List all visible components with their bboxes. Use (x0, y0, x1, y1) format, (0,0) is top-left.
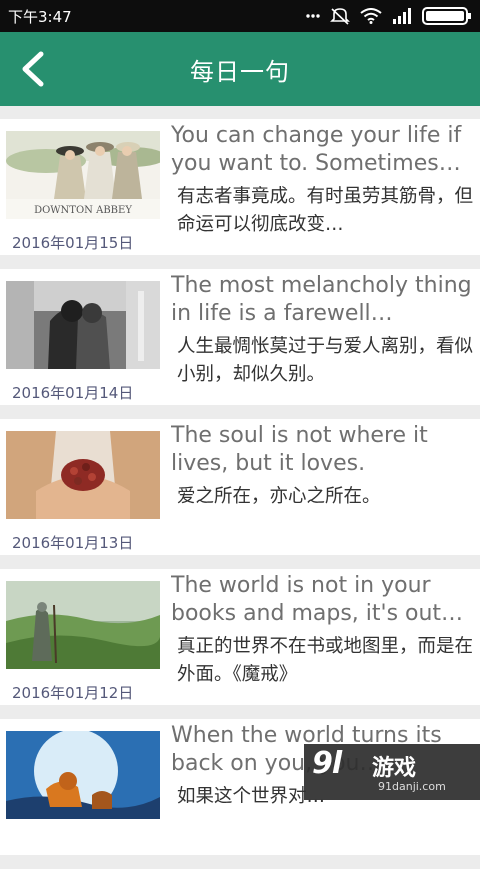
list-item[interactable]: The most melancholy thing in life is a f… (0, 269, 480, 405)
list-item[interactable]: DOWNTON ABBEY You can change your life i… (0, 119, 480, 255)
thumbnail-caption: DOWNTON ABBEY (34, 205, 132, 216)
list-item[interactable]: The world is not in your books and maps,… (0, 569, 480, 705)
item-date: 2016年01月12日 (12, 684, 134, 702)
chinese-translation: 爱之所在，亦心之所在。 (177, 486, 381, 507)
thumbnail-image (6, 431, 160, 519)
chinese-translation: 有志者事竟成。有时虽劳其筋骨，但命运可以彻底改变… (177, 186, 473, 235)
english-sentence: The most melancholy thing in life is a f… (171, 273, 472, 326)
english-sentence: The world is not in your books and maps,… (171, 573, 464, 626)
list-item[interactable]: The soul is not where it lives, but it l… (0, 419, 480, 555)
page-title: 每日一句 (190, 58, 290, 86)
app-bar: 每日一句 (0, 32, 480, 106)
more-dots-icon (306, 13, 320, 19)
thumbnail-image: DOWNTON ABBEY (6, 131, 160, 219)
chinese-translation: 真正的世界不在书或地图里，而是在外面。《魔戒》 (177, 636, 473, 685)
battery-icon (422, 7, 472, 25)
wifi-icon (360, 8, 382, 24)
item-date: 2016年01月13日 (12, 534, 134, 552)
english-sentence: You can change your life if you want to.… (171, 123, 462, 176)
status-bar: 下午3:47 (0, 0, 480, 32)
watermark-name: 游戏 (372, 756, 417, 781)
english-sentence: The soul is not where it lives, but it l… (171, 423, 428, 476)
mute-icon (330, 7, 350, 25)
thumbnail-image (6, 581, 160, 669)
thumbnail-image (6, 731, 160, 819)
site-watermark: 9l 游戏 91danji.com (304, 744, 480, 800)
item-date: 2016年01月15日 (12, 234, 134, 252)
signal-icon (392, 8, 412, 24)
watermark-logo: 9l (312, 746, 342, 781)
status-time: 下午3:47 (8, 8, 72, 26)
item-date: 2016年01月14日 (12, 384, 134, 402)
chinese-translation: 人生最惆怅莫过于与爱人离别，看似小别，却似久别。 (177, 336, 473, 385)
thumbnail-image (6, 281, 160, 369)
watermark-url: 91danji.com (378, 780, 446, 793)
